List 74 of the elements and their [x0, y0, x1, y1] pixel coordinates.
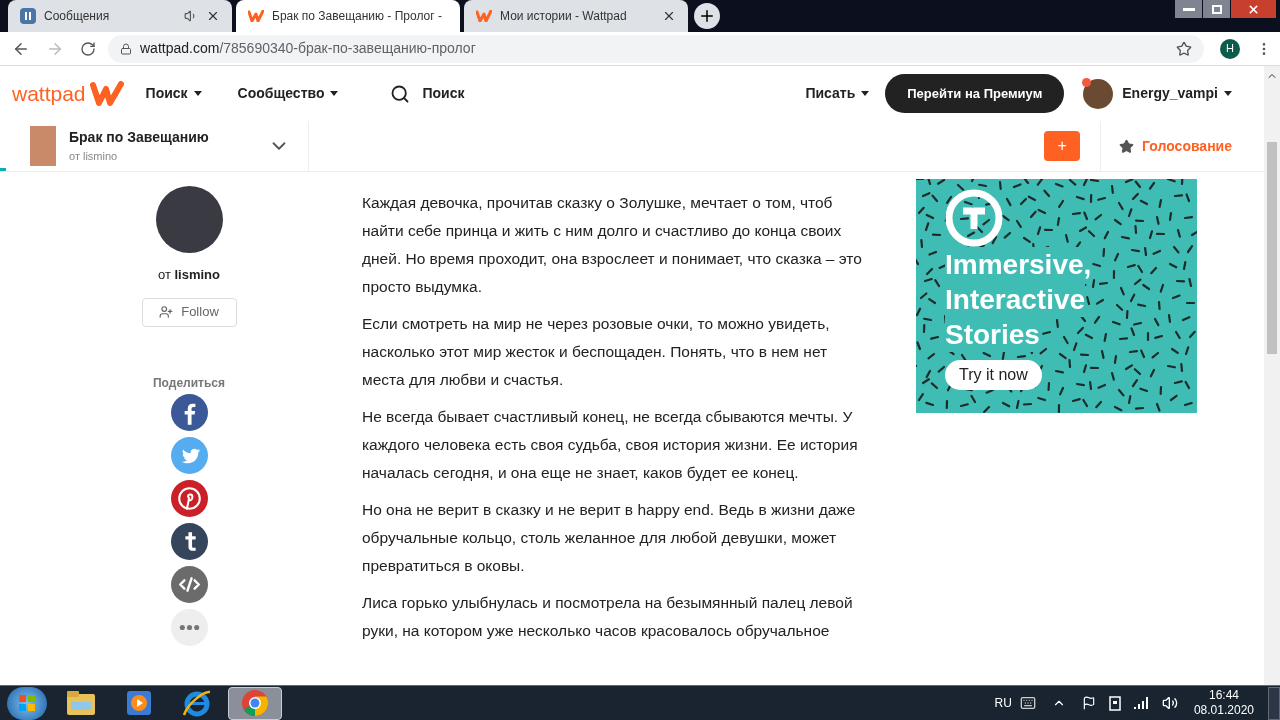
close-icon[interactable] — [206, 9, 220, 23]
caret-icon — [193, 91, 202, 96]
browser-tab[interactable]: Мои истории - Wattpad — [464, 0, 688, 32]
w-logo-icon — [476, 8, 492, 24]
browser-e-icon — [182, 689, 212, 717]
folder-icon — [66, 690, 96, 716]
share-label: Поделиться — [153, 374, 225, 392]
new-tab-button[interactable] — [694, 3, 720, 29]
ad-banner[interactable]: Immersive, Interactive Stories Try it now — [916, 179, 1197, 413]
facebook-icon[interactable] — [170, 393, 208, 431]
story-title: Брак по Завещанию — [69, 128, 210, 148]
caret-icon — [330, 91, 339, 96]
tab-title: Мои истории - Wattpad — [500, 8, 628, 25]
try-now-button[interactable]: Try it now — [945, 360, 1042, 390]
story-paragraph: Не всегда бывает счастливый конец, не всегда сбываются мечты. У каждого человека есть своя судьба, своя история жизни. Ее история началась сегодня, и она еще не знает, каков будет ее конец. — [362, 407, 859, 483]
bookmark-star-icon[interactable] — [1176, 40, 1192, 57]
tab-title: Брак по Завещанию - Пролог - — [272, 8, 442, 25]
ad-headline: Interactive — [945, 282, 1086, 317]
taskbar-app[interactable] — [228, 686, 282, 720]
caret-icon — [1224, 91, 1232, 96]
clock[interactable]: 16:44 08.01.2020 — [1193, 688, 1254, 718]
add-user-icon — [159, 305, 174, 319]
star-icon — [1119, 138, 1135, 154]
close-icon — [1247, 2, 1260, 16]
ad-headline: Stories — [945, 317, 1040, 352]
speaker-icon[interactable] — [1161, 695, 1178, 711]
write-menu[interactable]: Писать — [805, 83, 870, 104]
ad-headline: Immersive, — [945, 247, 1092, 282]
play-icon — [126, 690, 152, 716]
close-icon[interactable] — [662, 9, 676, 23]
caret-icon — [861, 91, 870, 96]
start-button[interactable] — [7, 686, 47, 720]
nav-menu[interactable]: Сообщество — [237, 83, 339, 104]
windows-logo-icon — [18, 694, 36, 712]
tumblr-icon[interactable] — [170, 522, 208, 560]
language-indicator[interactable]: RU — [994, 694, 1012, 712]
cover-thumbnail — [30, 126, 56, 166]
user-menu[interactable]: Energy_vampi — [1122, 83, 1232, 104]
pinterest-icon[interactable] — [170, 479, 208, 517]
close-window-button[interactable] — [1231, 0, 1276, 18]
signal-bars-icon[interactable] — [1133, 697, 1150, 709]
story-paragraph: Если смотреть на мир не через розовые очки, то можно увидеть, насколько этот мир жесток и беспощаден. Понять, что в нем нет места для любви и счастья. — [362, 314, 831, 390]
w-logo-icon — [248, 8, 264, 24]
profile-avatar[interactable]: H — [1220, 38, 1240, 59]
chrome-icon — [241, 689, 269, 717]
browser-tab[interactable]: Брак по Завещанию - Пролог - — [236, 0, 460, 32]
lock-icon — [120, 42, 132, 55]
minimize-button[interactable] — [1175, 0, 1202, 18]
more-icon[interactable] — [170, 608, 208, 646]
plus-icon — [698, 7, 716, 25]
search-icon — [390, 83, 411, 104]
tab-title: Сообщения — [44, 8, 111, 25]
browser-tab[interactable]: Сообщения — [8, 0, 232, 32]
premium-button[interactable]: Перейти на Премиум — [885, 74, 1065, 113]
story-paragraph: Каждая девочка, прочитав сказку о Золушке, мечтает о том, чтоб найти себе принца и жить с ним долго и счастливо до конца своих дней. Но время проходит, она взрослеет и понимает, что сказка – это просто выдумка. — [362, 193, 862, 297]
t-logo-icon — [945, 189, 1003, 247]
nav-menu[interactable]: Поиск — [145, 83, 202, 104]
follow-button[interactable]: Follow — [141, 297, 237, 327]
show-desktop-button[interactable] — [1268, 686, 1280, 720]
story-paragraph: Лиса горько улыбнулась и посмотрела на безымянный палец левой руки, на котором уже несколько часов красовалось обручальное — [362, 593, 854, 641]
address-field[interactable]: wattpad.com/785690340-брак-по-завещанию-пролог — [108, 34, 1204, 63]
pause-icon — [20, 8, 36, 24]
story-author: от lismino — [69, 149, 119, 165]
author-byline: от lismino — [157, 266, 220, 284]
user-avatar[interactable] — [1083, 78, 1114, 109]
reload-icon[interactable] — [80, 40, 96, 57]
flag-icon[interactable] — [1081, 696, 1096, 710]
search-field[interactable]: Поиск — [390, 83, 465, 104]
maximize-button[interactable] — [1203, 0, 1230, 18]
keyboard-icon[interactable] — [1019, 695, 1036, 711]
story-paragraph: Но она не верит в сказку и не верит в happy end. Ведь в жизни даже обручальные кольцо, столь желанное для любой девушки, может превратиться в оковы. — [362, 500, 857, 576]
code-icon[interactable] — [170, 565, 208, 603]
scrollbar[interactable] — [1264, 66, 1280, 685]
scrollbar-thumb[interactable] — [1267, 142, 1277, 354]
